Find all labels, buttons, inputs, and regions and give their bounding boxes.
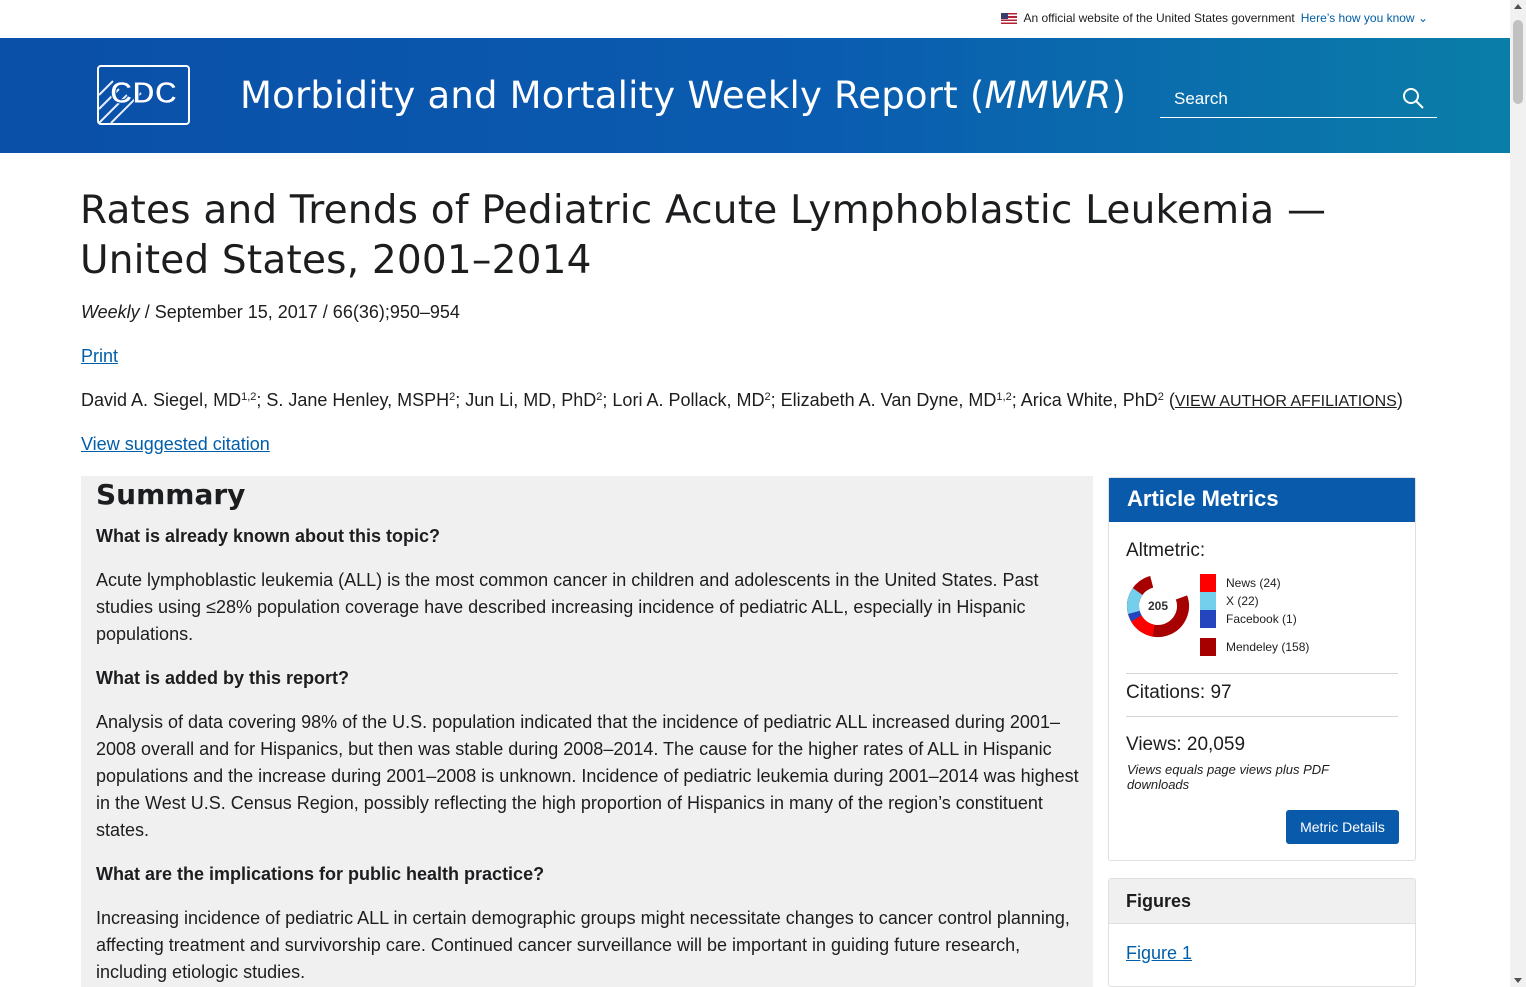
metrics-divider xyxy=(1126,716,1398,717)
legend-label-mendeley: Mendeley (158) xyxy=(1226,640,1310,654)
site-title[interactable]: Morbidity and Mortality Weekly Report (M… xyxy=(240,74,1126,117)
summary-answer-known: Acute lymphoblastic leukemia (ALL) is th… xyxy=(96,570,1039,644)
legend-item-facebook: Facebook (1) xyxy=(1200,610,1297,628)
search-box xyxy=(1160,82,1437,118)
figures-heading: Figures xyxy=(1109,879,1415,924)
mendeley-swatch-icon xyxy=(1200,638,1216,656)
legend-label-news: News (24) xyxy=(1226,576,1281,590)
legend-item-news: News (24) xyxy=(1200,574,1281,592)
cdc-logo[interactable]: CDC xyxy=(97,65,190,125)
author-name: David A. Siegel, MD xyxy=(81,390,242,410)
news-swatch-icon xyxy=(1200,574,1216,592)
facebook-swatch-icon xyxy=(1200,610,1216,628)
author-list: David A. Siegel, MD1,2; S. Jane Henley, … xyxy=(81,390,1403,411)
article-metrics-heading: Article Metrics xyxy=(1109,478,1415,522)
author-name: ; S. Jane Henley, MSPH xyxy=(256,390,450,410)
site-title-main: Morbidity and Mortality Weekly Report ( xyxy=(240,74,985,117)
summary-question-implications: What are the implications for public hea… xyxy=(96,864,545,884)
figures-panel: Figures Figure 1 xyxy=(1108,878,1416,987)
summary-box: Summary What is already known about this… xyxy=(81,476,1093,987)
heres-how-you-know-link[interactable]: Here’s how you know ⌄ xyxy=(1301,11,1428,25)
summary-question-known: What is already known about this topic? xyxy=(96,526,441,546)
chevron-down-icon: ⌄ xyxy=(1417,11,1428,25)
summary-answer-implications: Increasing incidence of pediatric ALL in… xyxy=(96,908,1070,982)
gov-banner-content: An official website of the United States… xyxy=(1001,11,1428,25)
site-header: CDC Morbidity and Mortality Weekly Repor… xyxy=(0,38,1510,153)
author-affiliation-number: 1,2 xyxy=(996,391,1012,403)
search-icon[interactable] xyxy=(1401,86,1425,110)
altmetric-score: 205 xyxy=(1147,599,1169,613)
summary-heading: Summary xyxy=(96,478,246,511)
author-name: ; Lori A. Pollack, MD xyxy=(602,390,765,410)
author-affiliation-number: 1,2 xyxy=(241,391,257,403)
search-input[interactable] xyxy=(1160,82,1390,116)
author-name: ; Elizabeth A. Van Dyne, MD xyxy=(770,390,997,410)
summary-question-added: What is added by this report? xyxy=(96,668,350,688)
views-count: Views: 20,059 xyxy=(1126,734,1246,755)
affiliations-open-paren: ( xyxy=(1163,390,1175,410)
view-suggested-citation-link[interactable]: View suggested citation xyxy=(81,434,270,455)
legend-item-mendeley: Mendeley (158) xyxy=(1200,638,1309,656)
logo-text: CDC xyxy=(110,75,177,110)
x-swatch-icon xyxy=(1200,592,1216,610)
scroll-down-arrow-icon[interactable] xyxy=(1514,978,1522,983)
heres-how-you-know-label: Here’s how you know xyxy=(1300,11,1415,25)
publication-info: Weekly / September 15, 2017 / 66(36);950… xyxy=(81,302,460,323)
affiliations-close-paren: ) xyxy=(1396,390,1403,410)
metrics-divider xyxy=(1126,673,1398,674)
legend-label-facebook: Facebook (1) xyxy=(1226,612,1297,626)
article-title: Rates and Trends of Pediatric Acute Lymp… xyxy=(80,188,1327,283)
scrollbar-thumb[interactable] xyxy=(1513,20,1523,104)
legend-item-x: X (22) xyxy=(1200,592,1259,610)
summary-answer-added: Analysis of data covering 98% of the U.S… xyxy=(96,712,1079,840)
author-name: ; Arica White, PhD xyxy=(1011,390,1158,410)
publication-series: Weekly xyxy=(81,302,140,322)
figure-1-link[interactable]: Figure 1 xyxy=(1126,943,1192,964)
publication-date-volume: / September 15, 2017 / 66(36);950–954 xyxy=(139,302,460,322)
scroll-up-arrow-icon[interactable] xyxy=(1514,4,1522,9)
site-title-abbrev: MMWR xyxy=(984,74,1112,117)
views-note: Views equals page views plus PDF downloa… xyxy=(1127,762,1329,792)
gov-banner: An official website of the United States… xyxy=(0,0,1510,38)
legend-label-x: X (22) xyxy=(1226,594,1259,608)
article-metrics-panel: Article Metrics Altmetric: 205 News (24)… xyxy=(1108,477,1416,861)
author-name: ; Jun Li, MD, PhD xyxy=(455,390,597,410)
gov-banner-text: An official website of the United States… xyxy=(1023,11,1295,25)
us-flag-icon xyxy=(1001,12,1018,24)
view-author-affiliations-link[interactable]: VIEW AUTHOR AFFILIATIONS xyxy=(1175,393,1397,410)
metric-details-button[interactable]: Metric Details xyxy=(1286,810,1399,844)
site-title-end: ) xyxy=(1111,74,1127,117)
print-link[interactable]: Print xyxy=(81,346,118,367)
citations-count: Citations: 97 xyxy=(1126,682,1232,703)
altmetric-label: Altmetric: xyxy=(1126,540,1206,561)
page-scrollbar[interactable] xyxy=(1510,0,1526,987)
